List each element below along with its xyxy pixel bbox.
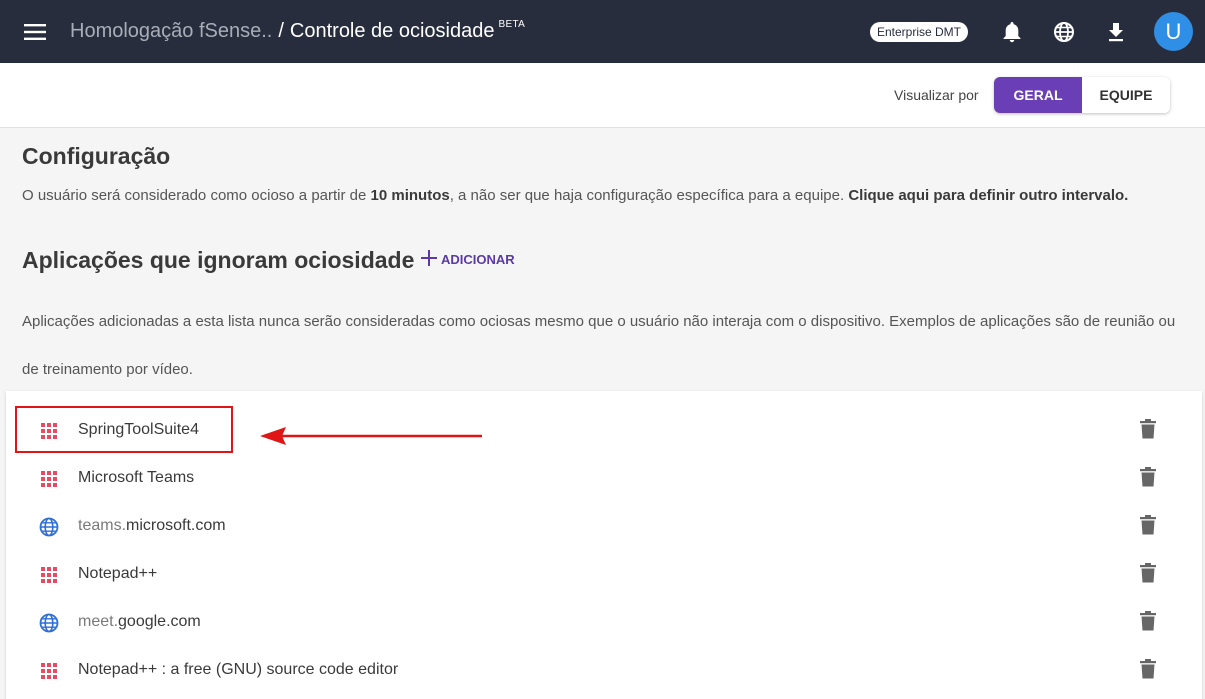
site-name: teams.microsoft.com xyxy=(78,517,226,535)
view-toggle: GERAL EQUIPE xyxy=(994,77,1170,113)
config-description: O usuário será considerado como ocioso a… xyxy=(22,187,1128,204)
trash-icon[interactable] xyxy=(1140,659,1162,683)
view-by-label: Visualizar por xyxy=(894,87,979,103)
view-toolbar: Visualizar por GERAL EQUIPE xyxy=(0,63,1205,128)
download-icon[interactable] xyxy=(1090,0,1142,63)
site-domain: microsoft.com xyxy=(126,517,226,534)
trash-icon[interactable] xyxy=(1140,563,1162,587)
add-application-label: ADICIONAR xyxy=(441,251,515,267)
add-application-button[interactable]: ADICIONAR xyxy=(421,250,515,268)
ignored-apps-list: SpringToolSuite4 Microsoft Teams teams.m… xyxy=(6,391,1202,699)
apps-heading: Aplicações que ignoram ociosidade xyxy=(22,247,415,273)
list-item: Notepad++ : a free (GNU) source code edi… xyxy=(6,647,1202,695)
user-avatar[interactable]: U xyxy=(1154,12,1193,51)
list-item: meet.google.com xyxy=(6,599,1202,647)
app-grid-icon xyxy=(39,565,59,585)
globe-icon[interactable] xyxy=(1038,0,1090,63)
app-grid-icon xyxy=(39,661,59,681)
site-name: meet.google.com xyxy=(78,613,201,631)
view-option-equipe[interactable]: EQUIPE xyxy=(1082,77,1170,113)
app-name: SpringToolSuite4 xyxy=(78,421,199,438)
apps-description: Aplicações adicionadas a esta lista nunc… xyxy=(22,313,1176,378)
app-name: Notepad++ xyxy=(78,565,158,582)
hamburger-menu-icon[interactable] xyxy=(0,0,70,63)
top-app-bar: Homologação fSense.. / Controle de ocios… xyxy=(0,0,1205,63)
trash-icon[interactable] xyxy=(1140,515,1162,539)
list-item: Notepad++ xyxy=(6,551,1202,599)
app-name: Microsoft Teams xyxy=(78,469,195,486)
config-heading: Configuração xyxy=(22,143,171,169)
bell-icon[interactable] xyxy=(986,0,1038,63)
trash-icon[interactable] xyxy=(1140,419,1162,443)
globe-icon xyxy=(39,517,59,537)
list-item: SpringToolSuite4 xyxy=(6,407,1202,455)
set-interval-link[interactable]: Clique aqui para definir outro intervalo… xyxy=(848,187,1128,204)
site-subdomain: meet. xyxy=(78,613,119,630)
breadcrumb-separator: / xyxy=(278,20,284,42)
beta-badge: BETA xyxy=(498,19,526,30)
site-subdomain: teams. xyxy=(78,517,127,534)
globe-icon xyxy=(39,613,59,633)
config-text-before: O usuário será considerado como ocioso a… xyxy=(22,187,371,204)
breadcrumb-current: Controle de ociosidade xyxy=(289,20,495,42)
trash-icon[interactable] xyxy=(1140,611,1162,635)
plan-badge: Enterprise DMT xyxy=(869,21,968,42)
annotation-arrow-icon xyxy=(260,427,482,445)
page-title: Homologação fSense.. / Controle de ocios… xyxy=(70,19,526,43)
app-grid-icon xyxy=(39,469,59,489)
trash-icon[interactable] xyxy=(1140,467,1162,491)
app-name: Notepad++ : a free (GNU) source code edi… xyxy=(78,661,399,678)
plus-icon xyxy=(421,250,437,268)
site-domain: google.com xyxy=(118,613,201,630)
breadcrumb-parent[interactable]: Homologação fSense.. xyxy=(70,20,272,43)
list-item: teams.microsoft.com xyxy=(6,503,1202,551)
list-item: Microsoft Teams xyxy=(6,455,1202,503)
config-text-after: , a não ser que haja configuração especí… xyxy=(449,187,849,204)
app-grid-icon xyxy=(39,421,59,441)
idle-duration: 10 minutos xyxy=(370,187,450,204)
view-option-geral[interactable]: GERAL xyxy=(994,77,1082,113)
